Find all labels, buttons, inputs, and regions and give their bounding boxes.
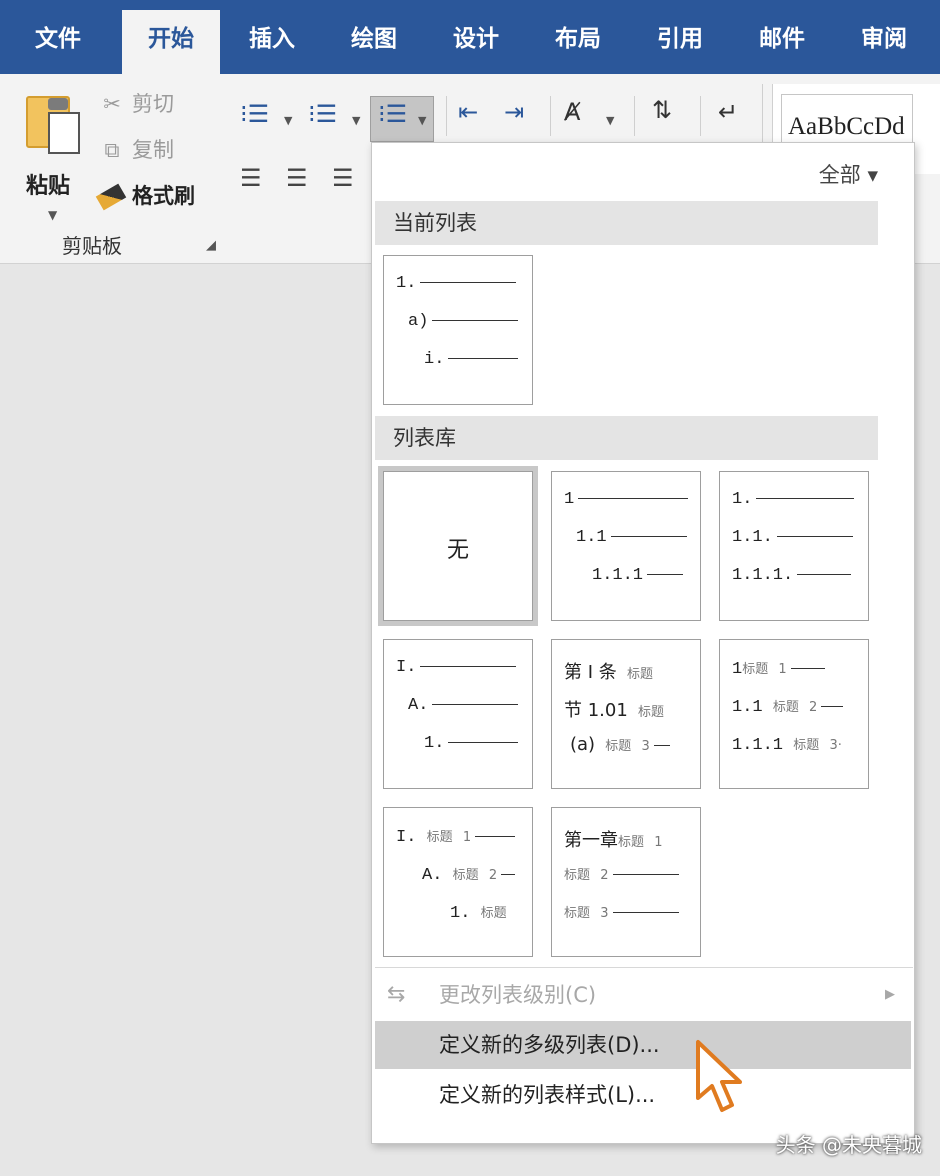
chevron-down-icon: ▼ (418, 114, 427, 127)
align-center-icon[interactable]: ☰ (286, 164, 308, 192)
increase-indent-icon[interactable]: ⇥ (504, 98, 524, 126)
paper-icon (48, 112, 80, 154)
ribbon-tab-bar: 文件 开始 插入 绘图 设计 布局 引用 邮件 审阅 (0, 0, 940, 74)
list-library-article-section[interactable]: 第 Ⅰ 条 标题 节 1.01 标题 (a) 标题 3 (551, 639, 701, 789)
list-library-header: 列表库 (375, 416, 878, 460)
define-new-list-style-item[interactable]: 定义新的列表样式(L)... (375, 1071, 913, 1119)
copy-button[interactable]: ⧉ 复制 (98, 134, 175, 164)
separator (634, 96, 635, 136)
numbering-icon[interactable]: ⁝☰ (308, 100, 337, 128)
align-right-icon[interactable]: ☰ (332, 164, 354, 192)
tab-file[interactable]: 文件 (10, 0, 106, 74)
define-new-multilevel-list-item[interactable]: 定义新的多级列表(D)... (375, 1021, 911, 1069)
cut-button[interactable]: ✂ 剪切 (98, 88, 174, 118)
list-library-numbered-decimal[interactable]: 1 1.1 1.1.1 (551, 471, 701, 621)
sort-icon[interactable]: ⇅ (652, 96, 672, 124)
menu-divider (375, 967, 913, 968)
tab-design[interactable]: 设计 (428, 0, 524, 74)
multilevel-list-dropdown: 全部 ▾ 当前列表 1. a) i. 列表库 无 1 1.1 1.1.1 1. … (371, 142, 915, 1144)
show-marks-icon[interactable]: ↵ (718, 98, 738, 126)
list-library-numbered-decimal-dot[interactable]: 1. 1.1. 1.1.1. (719, 471, 869, 621)
tab-insert[interactable]: 插入 (224, 0, 320, 74)
tab-layout[interactable]: 布局 (530, 0, 626, 74)
tab-draw[interactable]: 绘图 (326, 0, 422, 74)
separator (446, 96, 447, 136)
list-library-roman-alpha[interactable]: I. A. 1. (383, 639, 533, 789)
chevron-right-icon: ▶ (885, 987, 895, 1002)
tab-references[interactable]: 引用 (632, 0, 728, 74)
multilevel-list-icon: ⁝☰ (378, 100, 408, 128)
chevron-down-icon[interactable]: ▼ (352, 114, 360, 127)
paste-button[interactable]: 粘贴 ▼ (18, 90, 84, 240)
tab-home[interactable]: 开始 (122, 10, 220, 74)
asian-layout-icon[interactable]: Ⱥ (564, 98, 580, 126)
tab-review[interactable]: 审阅 (836, 0, 932, 74)
filter-dropdown[interactable]: 全部 ▾ (819, 159, 878, 189)
paintbrush-icon (95, 183, 127, 211)
chevron-down-icon[interactable]: ▼ (284, 114, 292, 127)
format-painter-button[interactable]: 格式刷 (95, 180, 195, 211)
chevron-down-icon[interactable]: ▼ (48, 208, 57, 222)
align-left-icon[interactable]: ☰ (240, 164, 262, 192)
decrease-indent-icon[interactable]: ⇤ (458, 98, 478, 126)
indent-arrows-icon: ⇆ (387, 982, 406, 1007)
current-list-thumbnail[interactable]: 1. a) i. (383, 255, 533, 405)
paste-label: 粘贴 (26, 174, 71, 199)
watermark: 头条 @未央暮城 (775, 1133, 922, 1157)
tab-mailings[interactable]: 邮件 (734, 0, 830, 74)
separator (700, 96, 701, 136)
list-library-chapter[interactable]: 第一章标题 1 标题 2 标题 3 (551, 807, 701, 957)
copy-icon: ⧉ (104, 138, 120, 162)
mouse-pointer-icon (696, 1040, 742, 1112)
dialog-launcher-icon[interactable]: ◢ (206, 238, 216, 253)
list-library-heading-decimal[interactable]: 1标题 1 1.1 标题 2 1.1.1 标题 3· (719, 639, 869, 789)
bullets-icon[interactable]: ⁝☰ (240, 100, 269, 128)
current-list-header: 当前列表 (375, 201, 878, 245)
separator (550, 96, 551, 136)
change-list-level-item[interactable]: ⇆ 更改列表级别(C) ▶ (375, 971, 913, 1019)
list-library-heading-roman[interactable]: I. 标题 1 A. 标题 2 1. 标题 (383, 807, 533, 957)
scissors-icon: ✂ (103, 92, 121, 116)
list-library-none[interactable]: 无 (383, 471, 533, 621)
clipboard-group-label: 剪贴板 (62, 234, 122, 258)
chevron-down-icon[interactable]: ▼ (606, 114, 614, 127)
